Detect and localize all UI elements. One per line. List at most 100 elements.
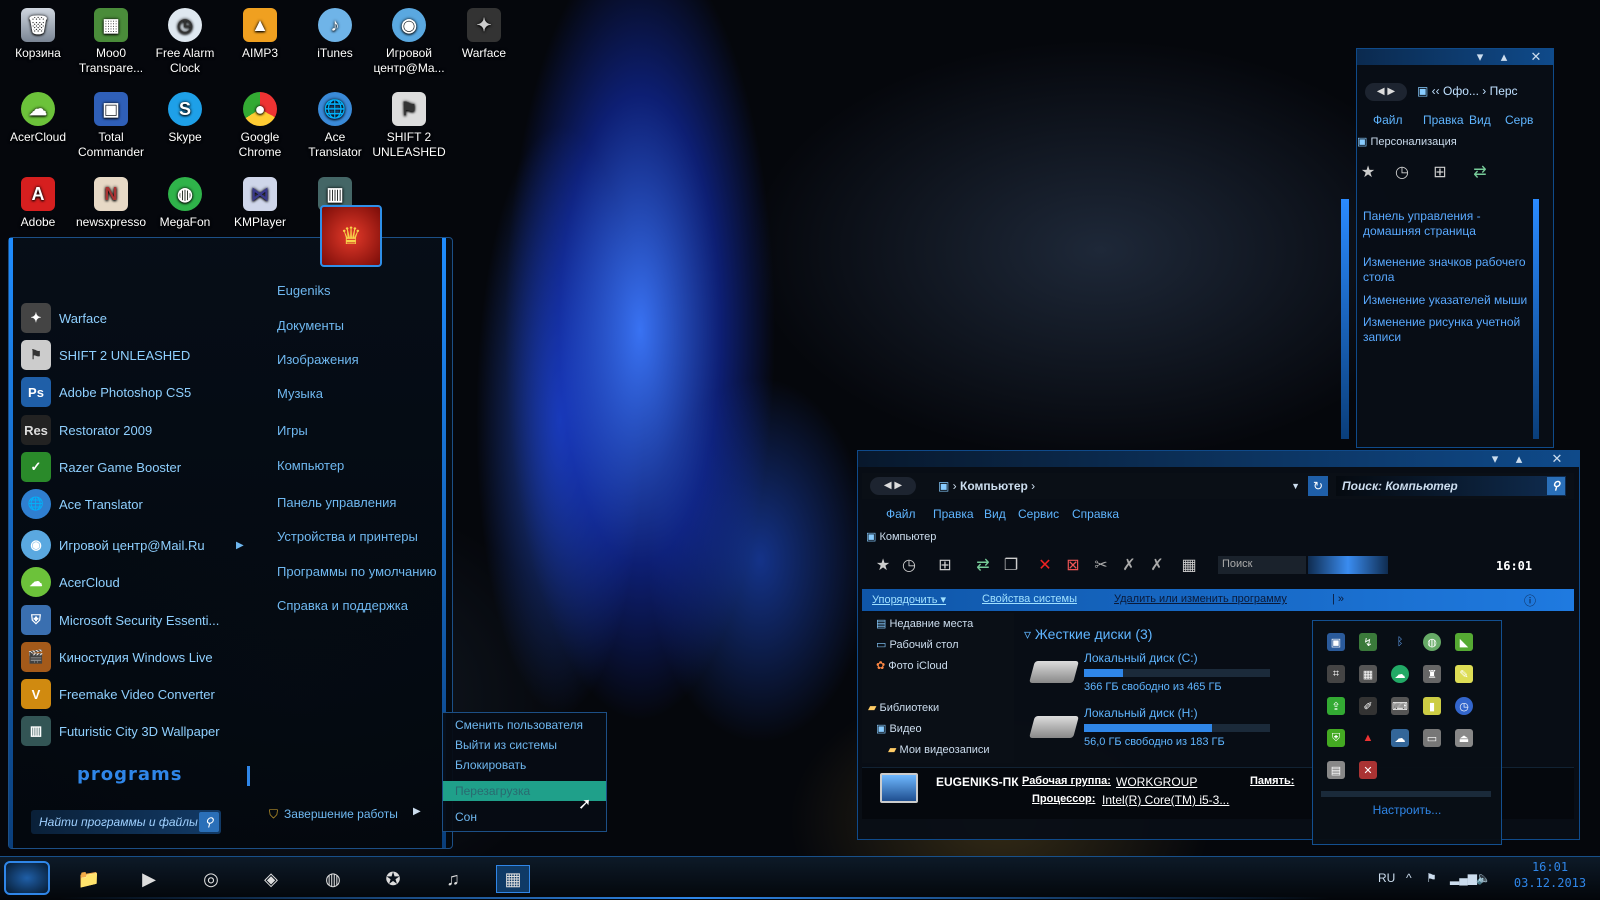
start-program-restorator[interactable]: Res Restorator 2009	[21, 412, 152, 448]
shutdown-button[interactable]: ⛉ Завершение работы	[269, 804, 419, 824]
cut-icon[interactable]: ✂	[1090, 554, 1112, 576]
start-right-computer[interactable]: Компьютер	[277, 458, 344, 473]
windows-flag-icon[interactable]: ⊞	[1429, 161, 1451, 183]
start-program-futuristic-city[interactable]: ▥ Futuristic City 3D Wallpaper	[21, 713, 220, 749]
network-tray-icon[interactable]: ⌗	[1327, 665, 1345, 683]
start-right-documents[interactable]: Документы	[277, 318, 344, 333]
desktop-icon-free-alarm-clock[interactable]: ◷ Free Alarm Clock	[147, 8, 223, 76]
command-uninstall-program[interactable]: Удалить или изменить программу	[1114, 593, 1287, 605]
user-avatar[interactable]: ♛	[320, 205, 382, 267]
search-input[interactable]: Поиск: Компьютер ⚲	[1336, 476, 1566, 496]
bluetooth-icon[interactable]: ᛒ	[1391, 633, 1409, 651]
taskbar-game-icon[interactable]: ✪	[376, 865, 410, 893]
close-button[interactable]: ✕	[1527, 49, 1545, 65]
game-tray-icon[interactable]: ♜	[1423, 665, 1441, 683]
desktop-icon-warface[interactable]: ✦ Warface	[446, 8, 522, 61]
breadcrumb[interactable]: ▣ ‹‹ Офо... › Перс	[1417, 84, 1518, 98]
desktop-icon-chrome[interactable]: ● Google Chrome	[222, 92, 298, 160]
desktop-icon-shift2[interactable]: ⚑ SHIFT 2 UNLEASHED	[371, 92, 447, 160]
menu-file[interactable]: Файл	[1373, 113, 1403, 127]
delete-icon[interactable]: ✕	[1034, 554, 1056, 576]
notes-tray-icon[interactable]: ✎	[1455, 665, 1473, 683]
start-program-razer-booster[interactable]: ✓ Razer Game Booster	[21, 449, 181, 485]
desktop-icon-skype[interactable]: S Skype	[147, 92, 223, 145]
flag-icon[interactable]: ⚑	[1426, 871, 1437, 885]
nav-back-forward-buttons[interactable]: ◀ ▶	[870, 477, 916, 495]
taskbar-explorer-icon[interactable]: 📁	[72, 865, 106, 893]
nav-back-button[interactable]: ◀ ▶	[1365, 83, 1407, 101]
start-program-ace-translator[interactable]: 🌐 Ace Translator	[21, 486, 143, 522]
battery-tray-icon[interactable]: ▮	[1423, 697, 1441, 715]
taskbar-music-icon[interactable]: ♫	[436, 865, 470, 893]
acercloud-tray-icon[interactable]: ☁	[1391, 665, 1409, 683]
desktop-icon-megafon[interactable]: ◍ MegaFon	[147, 177, 223, 230]
signal-icon[interactable]: ▂▄▆	[1450, 871, 1477, 885]
desktop-icon-adobe[interactable]: A Adobe	[0, 177, 76, 230]
desktop-icon-ace-translator[interactable]: 🌐 Ace Translator	[297, 92, 373, 160]
start-program-photoshop[interactable]: Ps Adobe Photoshop CS5	[21, 374, 191, 410]
desktop-icon-newsxpresso[interactable]: Nnewsxpresso	[73, 177, 149, 230]
start-right-devices[interactable]: Устройства и принтеры	[277, 529, 418, 544]
shutdown-option-lock[interactable]: Блокировать	[443, 755, 606, 775]
maximize-button[interactable]: ▴	[1510, 451, 1528, 467]
menu-tools[interactable]: Сервис	[1018, 507, 1059, 521]
start-right-pictures[interactable]: Изображения	[277, 352, 359, 367]
history-clock-icon[interactable]: ◷	[898, 554, 920, 576]
start-program-freemake[interactable]: V Freemake Video Converter	[21, 676, 215, 712]
pen-tray-icon[interactable]: ✐	[1359, 697, 1377, 715]
start-program-movie-maker[interactable]: 🎬 Киностудия Windows Live	[21, 639, 213, 675]
display-tray-icon[interactable]: ▦	[1359, 665, 1377, 683]
start-right-help[interactable]: Справка и поддержка	[277, 598, 408, 613]
menu-file[interactable]: Файл	[886, 507, 916, 521]
desktop-icon-itunes[interactable]: ♪ iTunes	[297, 8, 373, 61]
drive-c[interactable]: Локальный диск (C:) 366 ГБ свободно из 4…	[1029, 651, 1292, 697]
start-program-acercloud[interactable]: ☁ AcerCloud	[21, 564, 120, 600]
link-mouse-pointers[interactable]: Изменение указателей мыши	[1363, 293, 1528, 308]
tray-app-icon-1[interactable]: ▣	[1327, 633, 1345, 651]
menu-edit[interactable]: Правка	[1423, 113, 1464, 127]
chevron-down-icon[interactable]: ▼	[1291, 477, 1300, 495]
skydrive-tray-icon[interactable]: ☁	[1391, 729, 1409, 747]
start-button[interactable]	[4, 861, 50, 895]
start-right-control-panel[interactable]: Панель управления	[277, 495, 396, 510]
nav-item-libraries[interactable]: ▰ Библиотеки	[868, 701, 939, 714]
desktop-icon-game-center[interactable]: ◉ Игровой центр@Ma...	[371, 8, 447, 76]
start-search-box[interactable]: Найти программы и файлы ⚲	[31, 810, 221, 834]
shield-tray-icon[interactable]: ⛨	[1327, 729, 1345, 747]
link-desktop-icons[interactable]: Изменение значков рабочего стола	[1363, 255, 1528, 285]
error-tray-icon[interactable]: ✕	[1359, 761, 1377, 779]
start-right-default-programs[interactable]: Программы по умолчанию	[277, 564, 436, 579]
desktop-icon-aimp3[interactable]: ▲ AIMP3	[222, 8, 298, 61]
refresh-button[interactable]: ↻	[1308, 476, 1328, 496]
command-organize[interactable]: Упорядочить ▾	[872, 593, 946, 606]
maximize-button[interactable]: ▴	[1495, 49, 1513, 65]
clock-tray-icon[interactable]: ◷	[1455, 697, 1473, 715]
nav-item-recent[interactable]: ▤ Недавние места	[876, 617, 973, 630]
nvidia-icon[interactable]: ◣	[1455, 633, 1473, 651]
taskbar-clock[interactable]: 16:01 03.12.2013	[1510, 859, 1590, 891]
delete-box-icon[interactable]: ⊠	[1062, 554, 1084, 576]
menu-help[interactable]: Справка	[1072, 507, 1119, 521]
toolbar-search-input[interactable]: Поиск	[1218, 556, 1306, 574]
link-control-panel-home[interactable]: Панель управления - домашняя страница	[1363, 209, 1528, 239]
start-right-user[interactable]: Eugeniks	[277, 283, 330, 298]
nav-item-my-videos[interactable]: ▰ Мои видеозаписи	[888, 743, 990, 756]
taskbar-control-panel-icon[interactable]: ▦	[496, 865, 530, 893]
desktop-icon-moo0[interactable]: ▦ Moo0 Transpare...	[73, 8, 149, 76]
globe-icon[interactable]: ◍	[1423, 633, 1441, 651]
start-program-shift2[interactable]: ⚑ SHIFT 2 UNLEASHED	[21, 337, 190, 373]
network-icon[interactable]: ⇄	[1469, 161, 1491, 183]
desktop-icon-acercloud[interactable]: ☁ AcerCloud	[0, 92, 76, 145]
start-right-music[interactable]: Музыка	[277, 386, 323, 401]
menu-tools[interactable]: Серв	[1505, 113, 1533, 127]
menu-edit[interactable]: Правка	[933, 507, 974, 521]
minimize-button[interactable]: ▾	[1471, 49, 1489, 65]
drive-h[interactable]: Локальный диск (H:) 56,0 ГБ свободно из …	[1029, 706, 1292, 752]
copy-icon[interactable]: ❐	[1000, 554, 1022, 576]
history-clock-icon[interactable]: ◷	[1391, 161, 1413, 183]
network-icon[interactable]: ⇄	[972, 554, 994, 576]
volume-icon[interactable]: 🔈	[1476, 871, 1491, 885]
shutdown-option-logoff[interactable]: Выйти из системы	[443, 735, 606, 755]
undo-icon[interactable]: ✗	[1118, 554, 1140, 576]
keyboard-tray-icon[interactable]: ⌨	[1391, 697, 1409, 715]
